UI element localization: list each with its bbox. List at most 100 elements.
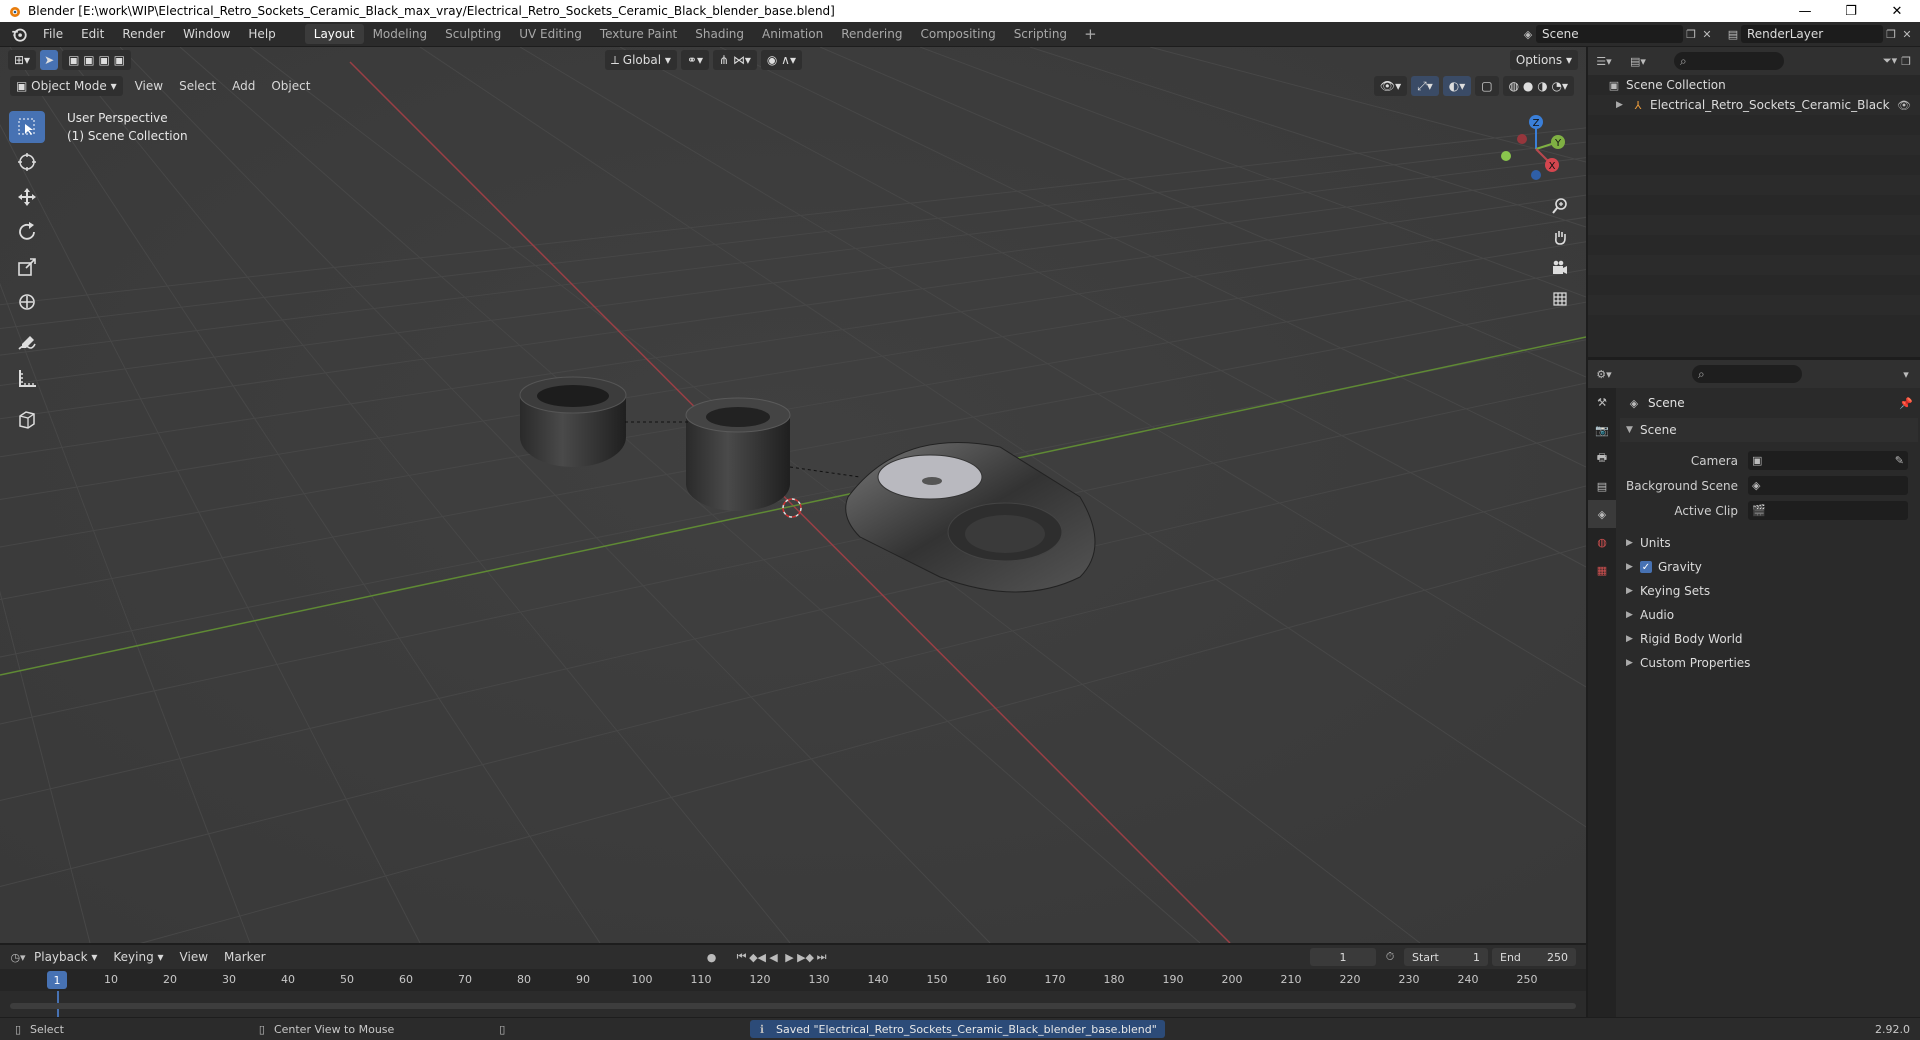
menu-add[interactable]: Add <box>224 79 263 93</box>
tab-modeling[interactable]: Modeling <box>364 24 437 44</box>
tab-sculpting[interactable]: Sculpting <box>436 24 510 44</box>
panel-scene-header[interactable]: ▼ Scene <box>1620 418 1918 442</box>
chevron-down-icon[interactable]: ▾ <box>1898 366 1914 382</box>
shading-modes-icon[interactable]: ◍ ● ◑ ◔▾ <box>1502 76 1574 96</box>
timeline-body[interactable] <box>0 991 1586 1017</box>
tab-view-layer[interactable]: ▤ <box>1588 472 1616 500</box>
menu-help[interactable]: Help <box>239 27 284 41</box>
overlay-toggle-icon[interactable]: ◐▾ <box>1442 76 1472 96</box>
cursor-tool[interactable] <box>9 146 45 178</box>
outliner-editor-icon[interactable]: ☰▾ <box>1596 53 1612 69</box>
subpanel-custom-properties[interactable]: ▶ Custom Properties <box>1620 651 1918 675</box>
filter-icon[interactable]: ⏷▾ <box>1882 53 1898 69</box>
stopwatch-icon[interactable]: ⏱ <box>1382 949 1398 965</box>
tab-animation[interactable]: Animation <box>753 24 832 44</box>
transform-tool[interactable] <box>9 286 45 318</box>
ortho-grid-icon[interactable] <box>1546 285 1574 313</box>
menu-view[interactable]: View <box>127 79 171 93</box>
start-frame-field[interactable]: Start 1 <box>1404 948 1488 966</box>
remove-scene-icon[interactable]: ✕ <box>1699 26 1715 42</box>
menu-select[interactable]: Select <box>171 79 224 93</box>
add-workspace-icon[interactable]: + <box>1076 25 1105 43</box>
renderlayer-field[interactable]: RenderLayer <box>1741 25 1883 43</box>
timeline-ruler[interactable]: 1 10 20 30 40 50 60 70 80 90 100 110 120… <box>0 969 1586 991</box>
annotate-tool[interactable] <box>9 327 45 359</box>
zoom-icon[interactable] <box>1546 192 1574 220</box>
tab-layout[interactable]: Layout <box>304 24 364 44</box>
play-reverse-icon[interactable]: ◀ <box>766 949 782 965</box>
tab-scene[interactable]: ◈ <box>1588 500 1616 528</box>
blender-menu-icon[interactable] <box>10 25 28 43</box>
pivot-icon[interactable]: ⚭▾ <box>680 50 709 70</box>
display-mode-icon[interactable]: ▤▾ <box>1630 53 1646 69</box>
record-icon[interactable]: ● <box>704 949 720 965</box>
properties-search-input[interactable]: ⌕ <box>1692 365 1802 383</box>
xray-icon[interactable]: ▢ <box>1475 76 1499 96</box>
marker-menu[interactable]: Marker <box>216 950 273 964</box>
tab-output[interactable]: 🖶 <box>1588 444 1616 472</box>
timeline-view-menu[interactable]: View <box>172 950 216 964</box>
move-tool[interactable] <box>9 181 45 213</box>
camera-field[interactable]: ▣ ✎ <box>1748 451 1908 470</box>
restore-button[interactable]: ❐ <box>1828 0 1874 22</box>
tab-texture[interactable]: ▦ <box>1588 556 1616 584</box>
3d-viewport[interactable]: ⊞▾ ➤ ▣ ▣ ▣ ▣ ⟂ Global ▾ ⚭▾ ⋔ ⋈▾ ◉ ∧▾ Opt… <box>0 47 1586 943</box>
tab-world[interactable]: ◍ <box>1588 528 1616 556</box>
timeline-scrollbar[interactable] <box>10 1003 1576 1009</box>
renderlayer-selector[interactable]: ▤ RenderLayer ❐ ✕ <box>1725 25 1915 43</box>
prev-keyframe-icon[interactable]: ◆◀ <box>749 949 766 965</box>
add-cube-tool[interactable] <box>9 403 45 435</box>
outliner-row-object[interactable]: ▶ ⅄ Electrical_Retro_Sockets_Ceramic_Bla… <box>1588 95 1920 115</box>
gravity-checkbox[interactable]: ✓ <box>1640 561 1652 573</box>
tab-scripting[interactable]: Scripting <box>1005 24 1076 44</box>
navigation-gizmo[interactable]: Z Y X <box>1492 109 1582 189</box>
next-keyframe-icon[interactable]: ▶◆ <box>797 949 814 965</box>
tab-tool[interactable]: ⚒ <box>1588 388 1616 416</box>
editor-type-icon[interactable]: ⊞▾ <box>8 50 37 70</box>
measure-tool[interactable] <box>9 362 45 394</box>
menu-edit[interactable]: Edit <box>72 27 113 41</box>
proportional-icon[interactable]: ◉ ∧▾ <box>760 50 802 70</box>
menu-render[interactable]: Render <box>113 27 174 41</box>
current-frame-indicator[interactable]: 1 <box>47 971 67 989</box>
new-collection-icon[interactable]: ❐ <box>1898 53 1914 69</box>
mode-dropdown[interactable]: ▣ Object Mode ▾ <box>10 76 123 96</box>
visibility-icon[interactable]: 👁▾ <box>1373 76 1408 96</box>
select-tool-icon[interactable]: ➤ <box>40 50 59 70</box>
active-clip-field[interactable]: 🎬 <box>1748 501 1908 520</box>
pan-hand-icon[interactable] <box>1546 223 1574 251</box>
copy-scene-icon[interactable]: ❐ <box>1683 26 1699 42</box>
subpanel-units[interactable]: ▶ Units <box>1620 531 1918 555</box>
scene-field[interactable]: Scene <box>1536 25 1683 43</box>
play-icon[interactable]: ▶ <box>782 949 798 965</box>
menu-file[interactable]: File <box>34 27 72 41</box>
scene-selector[interactable]: ◈ Scene ❐ ✕ <box>1520 25 1715 43</box>
subpanel-rigid-body-world[interactable]: ▶ Rigid Body World <box>1620 627 1918 651</box>
playback-menu[interactable]: Playback ▾ <box>26 950 105 964</box>
subpanel-audio[interactable]: ▶ Audio <box>1620 603 1918 627</box>
tab-uv-editing[interactable]: UV Editing <box>510 24 591 44</box>
select-mode-icons[interactable]: ▣ ▣ ▣ ▣ <box>62 50 131 70</box>
background-scene-field[interactable]: ◈ <box>1748 476 1908 495</box>
close-button[interactable]: ✕ <box>1874 0 1920 22</box>
end-frame-field[interactable]: End 250 <box>1492 948 1576 966</box>
jump-end-icon[interactable]: ⏭ <box>814 949 830 965</box>
scale-tool[interactable] <box>9 251 45 283</box>
current-frame-field[interactable]: 1 <box>1310 948 1376 966</box>
outliner-row-scene-collection[interactable]: ▣ Scene Collection <box>1588 75 1920 95</box>
keying-menu[interactable]: Keying ▾ <box>105 950 171 964</box>
snap-icon[interactable]: ⋔ ⋈▾ <box>712 50 757 70</box>
pin-icon[interactable]: 📌 <box>1898 395 1914 411</box>
minimize-button[interactable]: — <box>1782 0 1828 22</box>
rotate-tool[interactable] <box>9 216 45 248</box>
copy-renderlayer-icon[interactable]: ❐ <box>1883 26 1899 42</box>
tab-rendering[interactable]: Rendering <box>832 24 911 44</box>
visibility-eye-icon[interactable]: 👁 <box>1896 97 1912 113</box>
eyedropper-icon[interactable]: ✎ <box>1895 454 1904 467</box>
menu-object[interactable]: Object <box>263 79 318 93</box>
camera-view-icon[interactable] <box>1546 254 1574 282</box>
properties-editor-icon[interactable]: ⚙▾ <box>1596 366 1612 382</box>
tab-render[interactable]: 📷 <box>1588 416 1616 444</box>
tab-texture-paint[interactable]: Texture Paint <box>591 24 686 44</box>
timeline-editor-icon[interactable]: ◷▾ <box>10 949 26 965</box>
